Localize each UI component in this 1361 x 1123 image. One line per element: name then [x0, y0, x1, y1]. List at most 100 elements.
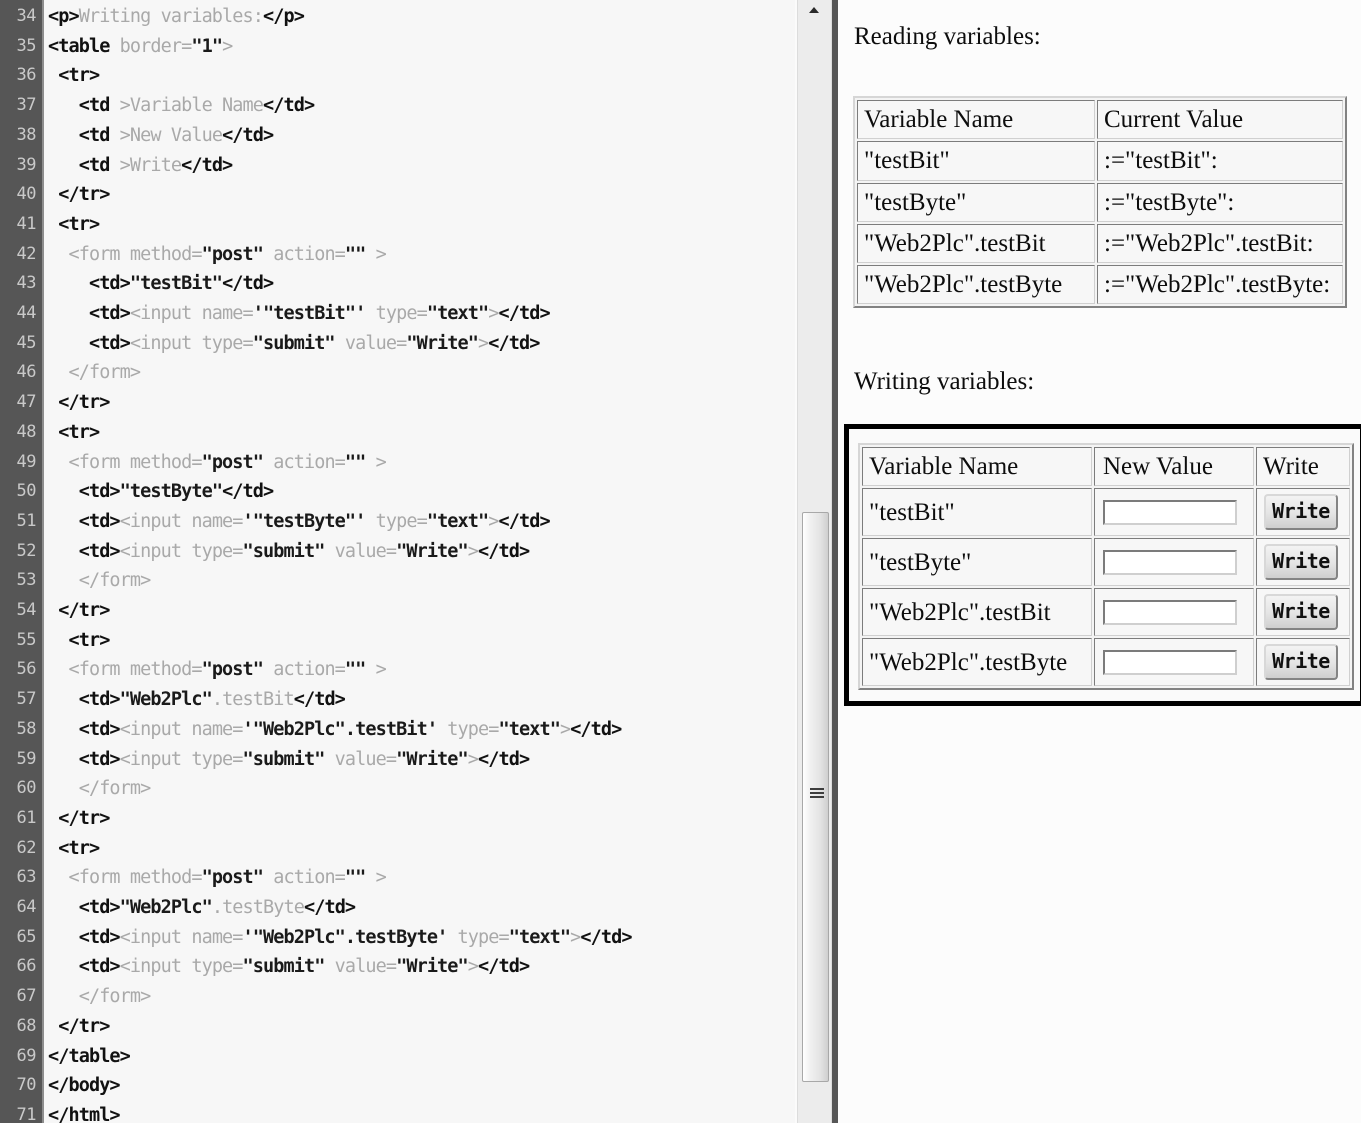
variable-name-cell: "Web2Plc".testByte [862, 638, 1092, 687]
write-button[interactable]: Write [1264, 494, 1338, 531]
code-line[interactable]: <td >Variable Name</td> [48, 91, 315, 121]
writing-table-highlight-box: Variable Name New Value Write "testBit" Writ… [844, 424, 1361, 706]
line-number: 61 [16, 807, 37, 828]
new-value-cell [1094, 488, 1254, 537]
write-button[interactable]: Write [1264, 644, 1338, 681]
variable-name-cell: "testByte" [857, 182, 1095, 222]
browser-preview-pane: Reading variables: Variable Name Current … [832, 0, 1361, 1123]
line-number: 70 [16, 1075, 37, 1096]
line-number: 57 [16, 689, 37, 710]
line-number: 62 [16, 837, 37, 858]
line-number: 66 [16, 956, 37, 977]
line-number: 63 [16, 867, 37, 888]
writing-variables-table: Variable Name New Value Write "testBit" Writ… [858, 443, 1354, 691]
code-line[interactable]: <td><input name='"Web2Plc".testBit' type… [48, 715, 623, 745]
line-number: 38 [16, 124, 37, 145]
code-line[interactable]: </tr> [48, 388, 110, 418]
code-line[interactable]: </form> [48, 358, 141, 388]
code-line[interactable]: <tr> [48, 61, 100, 91]
line-number: 52 [16, 540, 37, 561]
line-number: 58 [16, 718, 37, 739]
code-line[interactable]: <td>"Web2Plc".testBit</td> [48, 685, 346, 715]
code-line[interactable]: <td><input name='"Web2Plc".testByte' typ… [48, 923, 633, 953]
code-line[interactable]: <form method="post" action="" > [48, 863, 386, 893]
code-line[interactable]: </form> [48, 982, 152, 1012]
code-line[interactable]: </form> [48, 566, 152, 596]
line-number: 64 [16, 897, 37, 917]
line-number: 34 [16, 6, 37, 26]
code-editor[interactable]: 34 35 36 37 38 39 40 41 42 43 44 45 46 47 48 49 50 51 52 53… [0, 0, 795, 1123]
line-number: 42 [16, 243, 37, 264]
vertical-scrollbar[interactable] [797, 0, 832, 1123]
table-row: "Web2Plc".testByte:="Web2Plc".testByte: [857, 265, 1343, 305]
line-number: 35 [16, 35, 37, 56]
code-line[interactable]: <form method="post" action="" > [48, 655, 386, 685]
code-line[interactable]: </form> [48, 774, 152, 804]
code-text-area[interactable]: <p>Writing variables:</p> <table border="… [44, 0, 795, 1123]
current-value-cell: :="testByte": [1097, 182, 1343, 222]
code-line[interactable]: <td><input type="submit" value="Write"><… [48, 745, 530, 775]
line-number: 65 [16, 926, 37, 947]
code-line[interactable]: <td>"Web2Plc".testByte</td> [48, 893, 356, 923]
line-number: 44 [16, 303, 37, 323]
line-number: 71 [16, 1104, 37, 1123]
code-line[interactable]: </body> [48, 1071, 121, 1101]
write-button[interactable]: Write [1264, 594, 1338, 631]
current-value-cell: :="Web2Plc".testBit: [1097, 223, 1343, 263]
table-row: "Web2Plc".testByte Write [862, 638, 1350, 687]
reading-variables-label: Reading variables: [854, 23, 1041, 50]
line-number: 46 [16, 362, 37, 383]
line-number: 40 [16, 184, 37, 205]
column-header: Variable Name [862, 447, 1092, 487]
line-number: 43 [16, 273, 37, 294]
scrollbar-thumb[interactable] [802, 512, 829, 1082]
code-line[interactable]: <p>Writing variables:</p> [48, 2, 305, 32]
current-value-cell: :="Web2Plc".testByte: [1097, 265, 1343, 305]
line-number: 54 [16, 600, 37, 620]
write-button[interactable]: Write [1264, 544, 1338, 581]
code-line[interactable]: </tr> [48, 596, 110, 626]
line-number: 36 [16, 65, 37, 86]
code-line[interactable]: <tr> [48, 418, 100, 448]
code-line[interactable]: </tr> [48, 180, 110, 210]
table-row: "testBit" Write [862, 488, 1350, 537]
line-number: 60 [16, 778, 37, 799]
code-line[interactable]: <td >New Value</td> [48, 121, 274, 151]
triangle-up-icon [809, 7, 819, 13]
column-header: Write [1256, 447, 1350, 487]
code-line[interactable]: <table border="1"> [48, 32, 233, 62]
table-row: "testByte" Write [862, 538, 1350, 587]
code-line[interactable]: <td><input type="submit" value="Write"><… [48, 537, 530, 567]
code-line[interactable]: <form method="post" action="" > [48, 240, 386, 270]
line-number: 56 [16, 659, 37, 680]
code-line[interactable]: </tr> [48, 1012, 110, 1042]
code-line[interactable]: <td >Write</td> [48, 151, 233, 181]
code-line[interactable]: <td><input type="submit" value="Write"><… [48, 952, 530, 982]
code-line[interactable]: </tr> [48, 804, 110, 834]
code-line[interactable]: <td>"testBit"</td> [48, 269, 274, 299]
code-line[interactable]: <tr> [48, 834, 100, 864]
code-line[interactable]: <td>"testByte"</td> [48, 477, 274, 507]
new-value-input[interactable] [1103, 499, 1237, 525]
code-line[interactable]: <tr> [48, 210, 100, 240]
new-value-cell [1094, 588, 1254, 637]
new-value-input[interactable] [1103, 649, 1237, 675]
line-number: 59 [16, 748, 37, 769]
table-header-row: Variable Name Current Value [857, 100, 1343, 140]
new-value-input[interactable] [1103, 599, 1237, 625]
code-line[interactable]: </html> [48, 1101, 121, 1123]
writing-variables-label: Writing variables: [854, 368, 1035, 395]
reading-variables-table: Variable Name Current Value "testBit":="te… [853, 96, 1347, 309]
code-line[interactable]: <td><input name='"testByte"' type="text"… [48, 507, 551, 537]
code-line[interactable]: <form method="post" action="" > [48, 448, 386, 478]
scroll-up-button[interactable] [798, 0, 831, 20]
write-button-cell: Write [1256, 488, 1350, 537]
table-row: "testBit":="testBit": [857, 141, 1343, 181]
code-line[interactable]: <td><input name='"testBit"' type="text">… [48, 299, 551, 329]
variable-name-cell: "testByte" [862, 538, 1092, 587]
code-line[interactable]: <td><input type="submit" value="Write"><… [48, 329, 540, 359]
code-line[interactable]: </table> [48, 1042, 131, 1072]
column-header: Current Value [1097, 100, 1343, 140]
new-value-input[interactable] [1103, 549, 1237, 575]
code-line[interactable]: <tr> [48, 626, 110, 656]
